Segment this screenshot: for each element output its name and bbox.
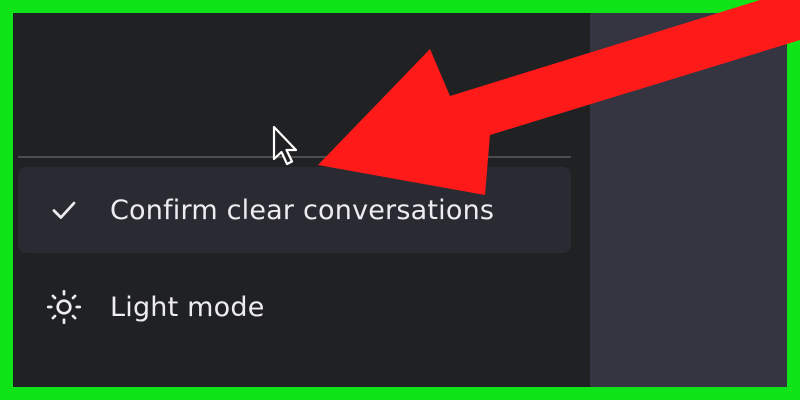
checkmark-icon [18, 167, 110, 253]
main-content-area [590, 13, 787, 387]
confirm-clear-conversations-option[interactable]: Confirm clear conversations [18, 167, 571, 253]
green-border-frame: Confirm clear conversations Light mode [0, 0, 800, 400]
confirm-clear-conversations-label: Confirm clear conversations [110, 194, 495, 226]
mouse-cursor-icon [272, 125, 298, 166]
sidebar: Confirm clear conversations Light mode [13, 13, 590, 387]
sun-icon [18, 264, 110, 350]
light-mode-label: Light mode [110, 291, 265, 323]
app-window: Confirm clear conversations Light mode [13, 13, 787, 387]
light-mode-option[interactable]: Light mode [18, 264, 571, 350]
